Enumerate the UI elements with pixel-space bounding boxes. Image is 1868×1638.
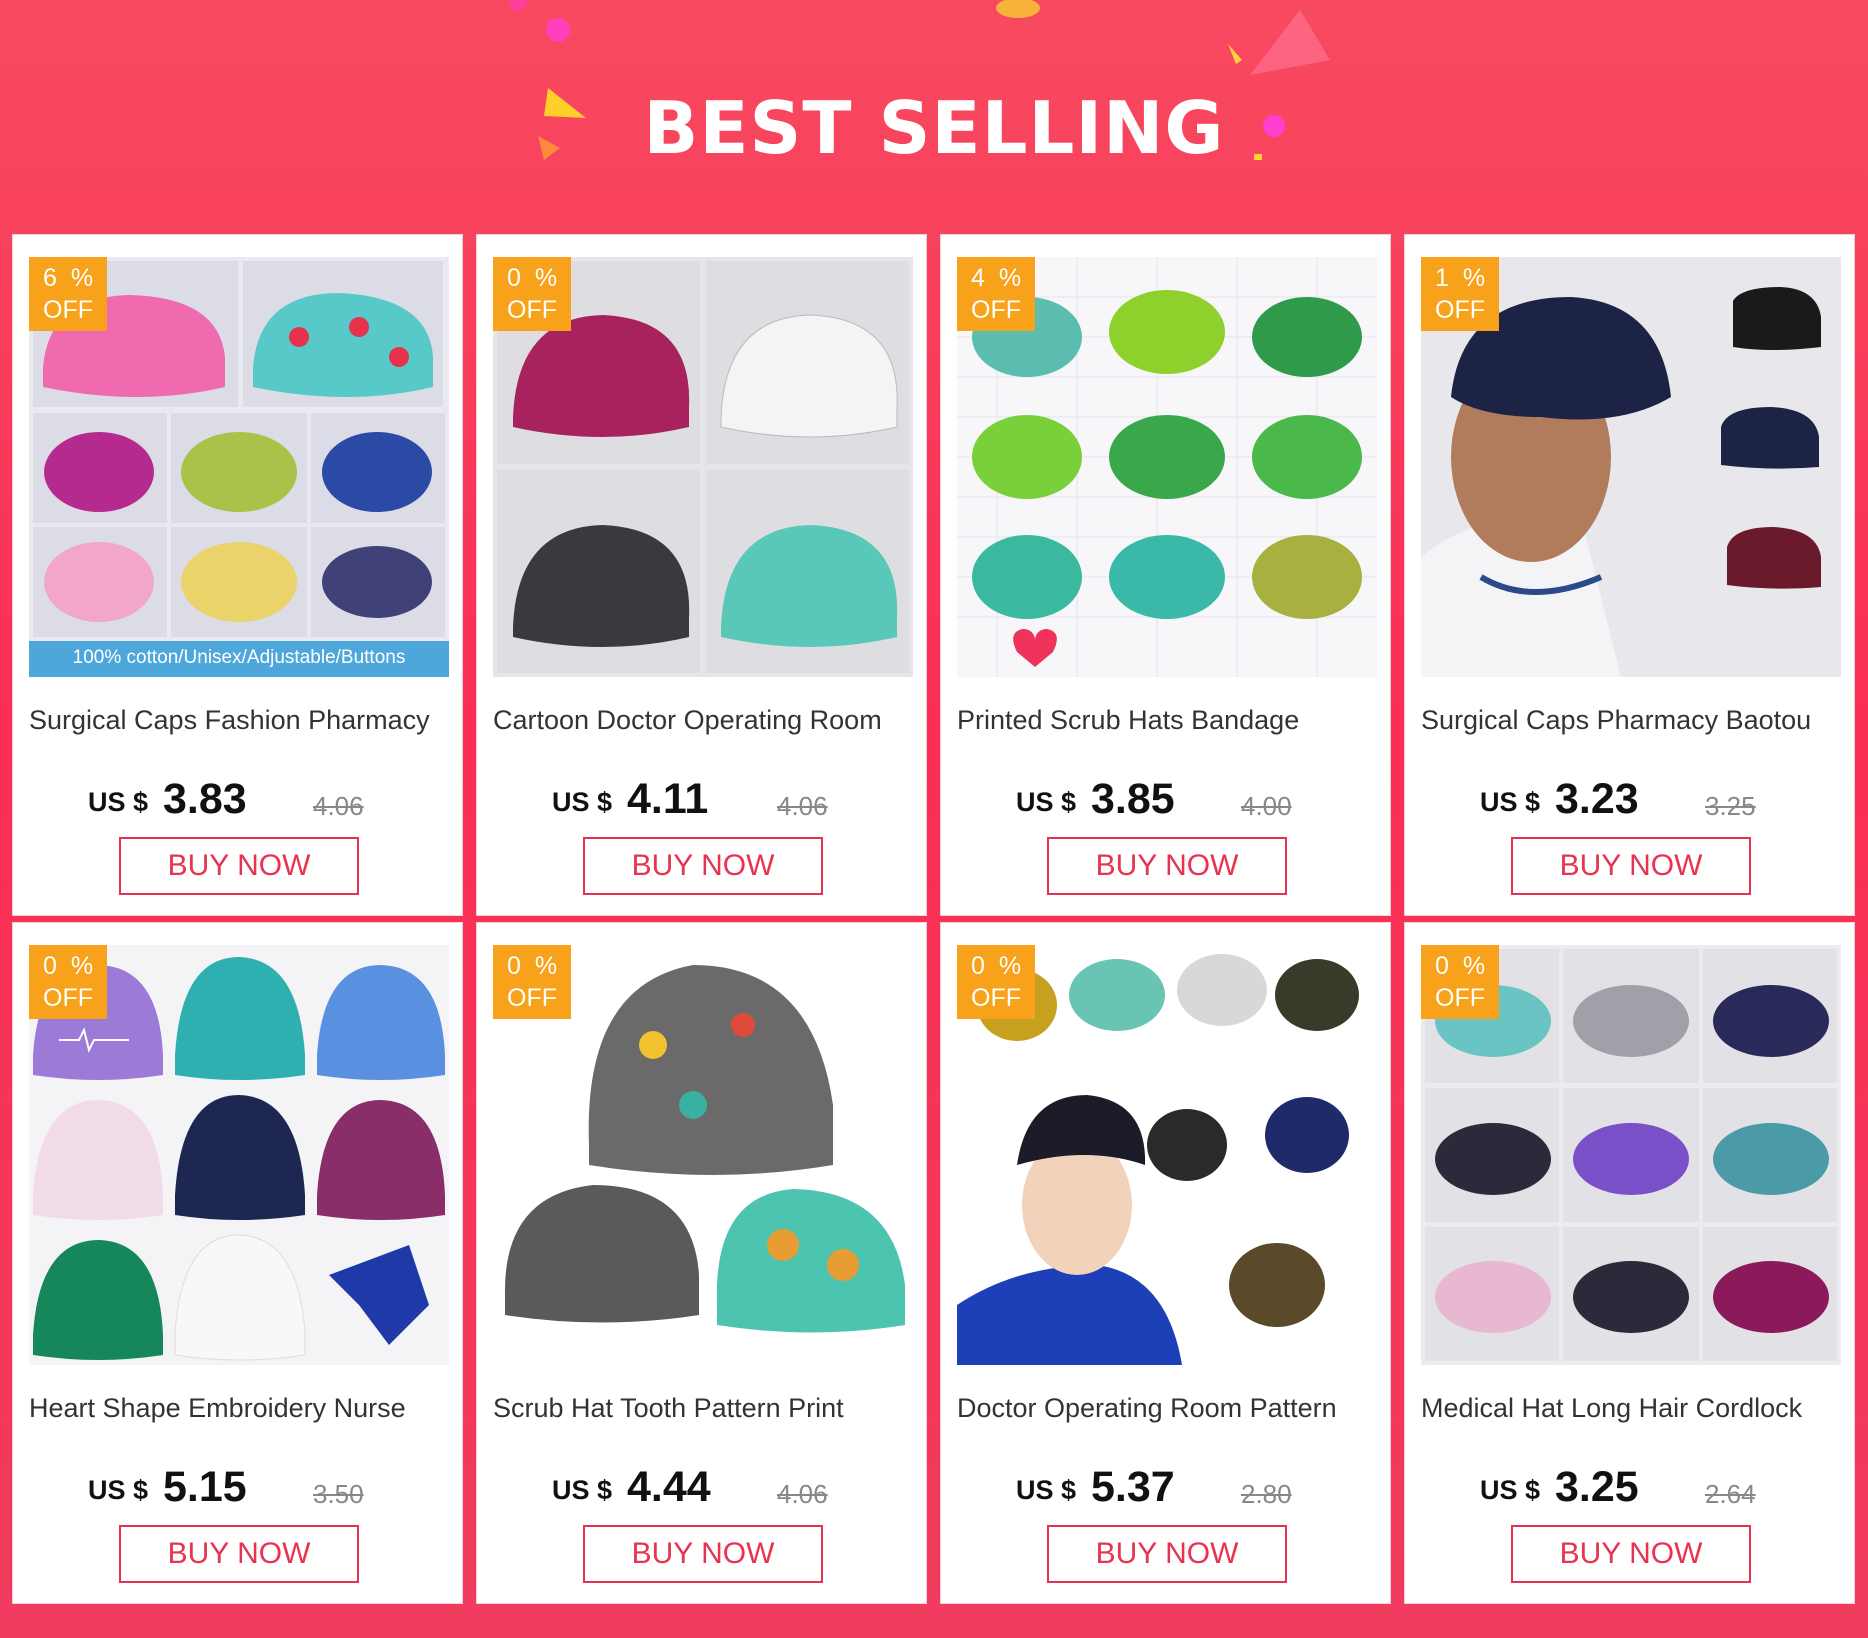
currency-label: US $ (88, 787, 149, 817)
discount-badge: 6% OFF (29, 257, 107, 331)
price-row: US $ 3.85 4.00 (941, 775, 1390, 835)
original-price: 2.80 (1241, 1479, 1292, 1509)
product-title[interactable]: Medical Hat Long Hair Cordlock (1421, 1393, 1841, 1424)
price-row: US $ 3.23 3.25 (1405, 775, 1854, 835)
off-label: OFF (507, 984, 557, 1012)
buy-now-button[interactable]: BUY NOW (119, 1525, 359, 1583)
product-card[interactable]: 0% OFF Heart Shape Embroidery Nurse US $… (12, 922, 463, 1604)
percent-sign: % (998, 264, 1036, 292)
buy-now-button[interactable]: BUY NOW (1511, 1525, 1751, 1583)
percent-sign: % (70, 264, 108, 292)
discount-value: 0 (1435, 952, 1463, 980)
product-card[interactable]: 1% OFF Surgical Caps Pharmacy Baotou US … (1404, 234, 1855, 916)
currency-label: US $ (1480, 787, 1541, 817)
buy-now-button[interactable]: BUY NOW (583, 1525, 823, 1583)
percent-sign: % (534, 952, 572, 980)
discount-value: 6 (43, 264, 71, 292)
discount-value: 0 (507, 952, 535, 980)
original-price: 3.50 (313, 1479, 364, 1509)
original-price: 4.06 (313, 791, 364, 821)
discount-badge: 4% OFF (957, 257, 1035, 331)
discount-value: 4 (971, 264, 999, 292)
sale-price: 4.44 (627, 1463, 711, 1511)
original-price: 4.06 (777, 791, 828, 821)
price-row: US $ 5.15 3.50 (13, 1463, 462, 1523)
image-caption: 100% cotton/Unisex/Adjustable/Buttons (72, 647, 406, 668)
product-title[interactable]: Scrub Hat Tooth Pattern Print (493, 1393, 913, 1424)
price-row: US $ 3.25 2.64 (1405, 1463, 1854, 1523)
currency-label: US $ (1480, 1475, 1541, 1505)
product-title[interactable]: Surgical Caps Fashion Pharmacy (29, 705, 449, 736)
product-grid: 100% cotton/Unisex/Adjustable/Buttons 6%… (12, 234, 1856, 1604)
buy-now-button[interactable]: BUY NOW (583, 837, 823, 895)
original-price: 3.25 (1705, 791, 1756, 821)
price-row: US $ 3.83 4.06 (13, 775, 462, 835)
product-title[interactable]: Printed Scrub Hats Bandage (957, 705, 1377, 736)
price-row: US $ 4.44 4.06 (477, 1463, 926, 1523)
currency-label: US $ (88, 1475, 149, 1505)
product-title[interactable]: Heart Shape Embroidery Nurse (29, 1393, 449, 1424)
discount-value: 1 (1435, 264, 1463, 292)
discount-badge: 1% OFF (1421, 257, 1499, 331)
percent-sign: % (534, 264, 572, 292)
product-title[interactable]: Doctor Operating Room Pattern (957, 1393, 1377, 1424)
currency-label: US $ (1016, 787, 1077, 817)
currency-label: US $ (552, 787, 613, 817)
product-card[interactable]: 0% OFF Cartoon Doctor Operating Room US … (476, 234, 927, 916)
product-card[interactable]: 0% OFF Medical Hat Long Hair Cordlock US… (1404, 922, 1855, 1604)
discount-value: 0 (43, 952, 71, 980)
percent-sign: % (70, 952, 108, 980)
product-title[interactable]: Surgical Caps Pharmacy Baotou (1421, 705, 1841, 736)
sale-price: 4.11 (627, 775, 709, 823)
discount-badge: 0% OFF (1421, 945, 1499, 1019)
discount-value: 0 (971, 952, 999, 980)
product-card[interactable]: 4% OFF Printed Scrub Hats Bandage US $ 3… (940, 234, 1391, 916)
product-card[interactable]: 100% cotton/Unisex/Adjustable/Buttons 6%… (12, 234, 463, 916)
off-label: OFF (1435, 984, 1485, 1012)
off-label: OFF (507, 296, 557, 324)
product-title[interactable]: Cartoon Doctor Operating Room (493, 705, 913, 736)
price-row: US $ 5.37 2.80 (941, 1463, 1390, 1523)
sale-price: 3.23 (1555, 775, 1639, 823)
sale-price: 3.25 (1555, 1463, 1639, 1511)
best-selling-banner: BEST SELLING (0, 0, 1868, 225)
buy-now-button[interactable]: BUY NOW (1047, 1525, 1287, 1583)
product-card[interactable]: 0% OFF Scrub Hat Tooth Pattern Print US … (476, 922, 927, 1604)
buy-now-button[interactable]: BUY NOW (1511, 837, 1751, 895)
percent-sign: % (1462, 264, 1500, 292)
off-label: OFF (1435, 296, 1485, 324)
percent-sign: % (1462, 952, 1500, 980)
percent-sign: % (998, 952, 1036, 980)
discount-value: 0 (507, 264, 535, 292)
discount-badge: 0% OFF (29, 945, 107, 1019)
off-label: OFF (43, 984, 93, 1012)
currency-label: US $ (1016, 1475, 1077, 1505)
buy-now-button[interactable]: BUY NOW (119, 837, 359, 895)
buy-now-button[interactable]: BUY NOW (1047, 837, 1287, 895)
discount-badge: 0% OFF (493, 257, 571, 331)
off-label: OFF (971, 296, 1021, 324)
off-label: OFF (43, 296, 93, 324)
original-price: 2.64 (1705, 1479, 1756, 1509)
currency-label: US $ (552, 1475, 613, 1505)
banner-title: BEST SELLING (643, 86, 1225, 170)
product-card[interactable]: 0% OFF Doctor Operating Room Pattern US … (940, 922, 1391, 1604)
price-row: US $ 4.11 4.06 (477, 775, 926, 835)
discount-badge: 0% OFF (957, 945, 1035, 1019)
original-price: 4.06 (777, 1479, 828, 1509)
sale-price: 3.85 (1091, 775, 1175, 823)
sale-price: 3.83 (163, 775, 247, 823)
off-label: OFF (971, 984, 1021, 1012)
sale-price: 5.15 (163, 1463, 247, 1511)
sale-price: 5.37 (1091, 1463, 1175, 1511)
discount-badge: 0% OFF (493, 945, 571, 1019)
original-price: 4.00 (1241, 791, 1292, 821)
